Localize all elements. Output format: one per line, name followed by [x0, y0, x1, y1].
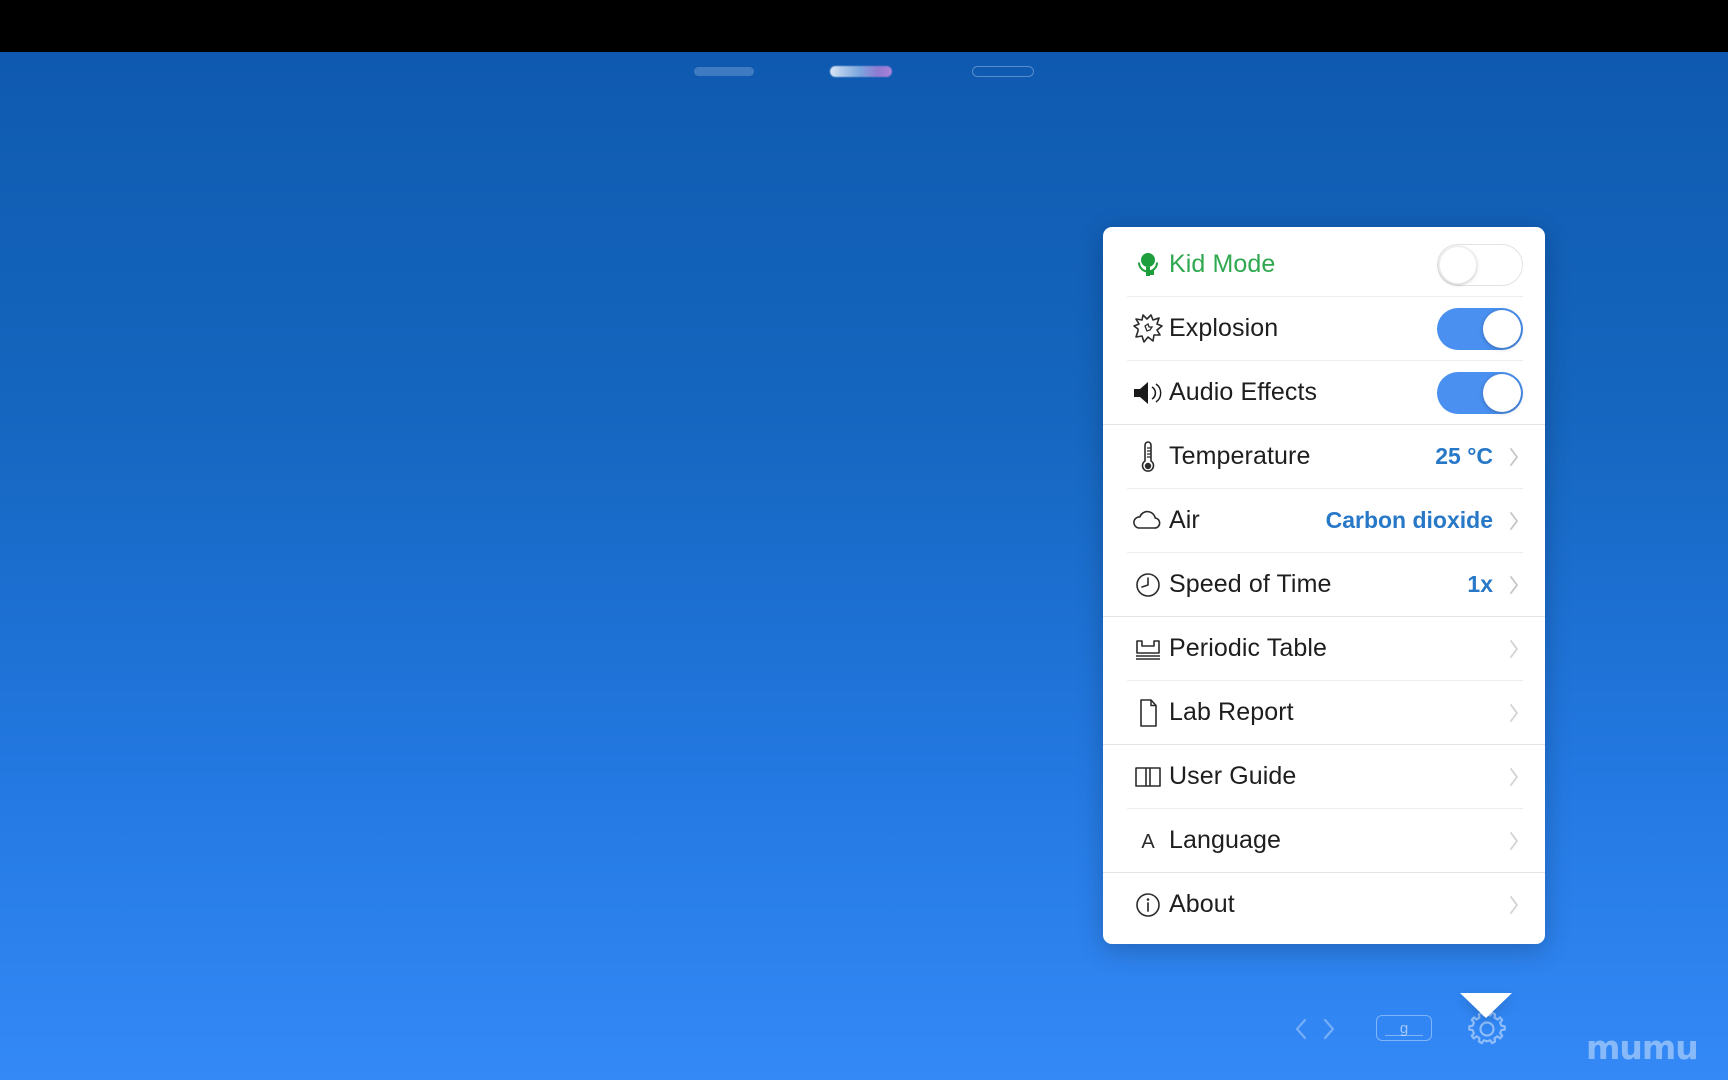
setting-label-language: Language [1169, 826, 1282, 854]
setting-row-about[interactable]: About [1103, 873, 1545, 936]
tool-pill-outline[interactable] [972, 66, 1034, 77]
chevron-right-icon [1505, 830, 1523, 852]
speaker-icon [1127, 378, 1169, 408]
chevron-right-icon [1505, 766, 1523, 788]
unit-chip-underline [1385, 1034, 1423, 1036]
info-icon [1127, 890, 1169, 920]
tool-pill-left[interactable] [694, 67, 754, 76]
setting-label-explosion: Explosion [1169, 314, 1279, 342]
setting-label-about: About [1169, 890, 1235, 918]
chevron-right-icon [1505, 702, 1523, 724]
tool-pill-gradient[interactable] [830, 66, 892, 77]
explosion-icon [1127, 313, 1169, 345]
nav-arrows [1290, 1013, 1350, 1045]
setting-label-audio-effects: Audio Effects [1169, 378, 1318, 406]
setting-row-periodic-table[interactable]: Periodic Table [1103, 617, 1545, 680]
popover-arrow [1460, 993, 1512, 1018]
temperature-number: 25 [1435, 443, 1461, 469]
mumu-watermark: mumu [1586, 1028, 1699, 1067]
setting-label-lab-report: Lab Report [1169, 698, 1294, 726]
setting-row-explosion[interactable]: Explosion [1103, 297, 1545, 360]
setting-label-kid-mode: Kid Mode [1169, 250, 1276, 278]
child-icon [1127, 249, 1169, 281]
back-arrow-icon[interactable] [1290, 1015, 1312, 1043]
setting-value-speed-of-time: 1x [1467, 571, 1493, 597]
unit-chip-label: g [1399, 1019, 1409, 1037]
thermometer-icon [1127, 440, 1169, 474]
setting-row-speed-of-time[interactable]: Speed of Time 1x [1103, 553, 1545, 616]
settings-popover: Kid Mode Explosion Audio Effects Tempera… [1103, 227, 1545, 944]
letter-a-icon: A [1127, 828, 1169, 854]
setting-label-user-guide: User Guide [1169, 762, 1297, 790]
toggle-kid-mode[interactable] [1437, 243, 1523, 286]
chevron-right-icon [1505, 574, 1523, 596]
screen: g mumu Kid Mode Explosion Audio Effects … [0, 0, 1728, 1080]
setting-row-audio-effects[interactable]: Audio Effects [1103, 361, 1545, 424]
toggle-knob [1483, 309, 1521, 348]
setting-row-user-guide[interactable]: User Guide [1103, 745, 1545, 808]
setting-label-temperature: Temperature [1169, 442, 1311, 470]
chevron-right-icon [1505, 638, 1523, 660]
setting-row-kid-mode[interactable]: Kid Mode [1103, 233, 1545, 296]
chevron-right-icon [1505, 510, 1523, 532]
chevron-right-icon [1505, 446, 1523, 468]
setting-label-speed-of-time: Speed of Time [1169, 570, 1332, 598]
setting-label-periodic-table: Periodic Table [1169, 634, 1327, 662]
clock-icon [1127, 570, 1169, 600]
document-icon [1127, 697, 1169, 729]
setting-row-temperature[interactable]: Temperature 25 °C [1103, 425, 1545, 488]
chevron-right-icon [1505, 894, 1523, 916]
forward-arrow-icon[interactable] [1318, 1015, 1340, 1043]
cloud-icon [1127, 509, 1169, 533]
periodic-table-icon [1127, 635, 1169, 663]
setting-row-language[interactable]: A Language [1103, 809, 1545, 872]
toggle-explosion[interactable] [1437, 307, 1523, 350]
toggle-audio-effects[interactable] [1437, 371, 1523, 414]
setting-label-air: Air [1169, 506, 1200, 534]
book-icon [1127, 764, 1169, 790]
toggle-knob [1483, 373, 1521, 412]
unit-chip-grams[interactable]: g [1376, 1015, 1432, 1041]
setting-value-temperature: 25 °C [1435, 443, 1493, 470]
temperature-unit: °C [1467, 443, 1493, 469]
setting-value-air: Carbon dioxide [1325, 507, 1493, 533]
setting-row-air[interactable]: Air Carbon dioxide [1103, 489, 1545, 552]
toggle-knob [1439, 245, 1477, 284]
svg-text:A: A [1141, 831, 1155, 853]
setting-row-lab-report[interactable]: Lab Report [1103, 681, 1545, 744]
letterbox-strip [0, 0, 1728, 52]
